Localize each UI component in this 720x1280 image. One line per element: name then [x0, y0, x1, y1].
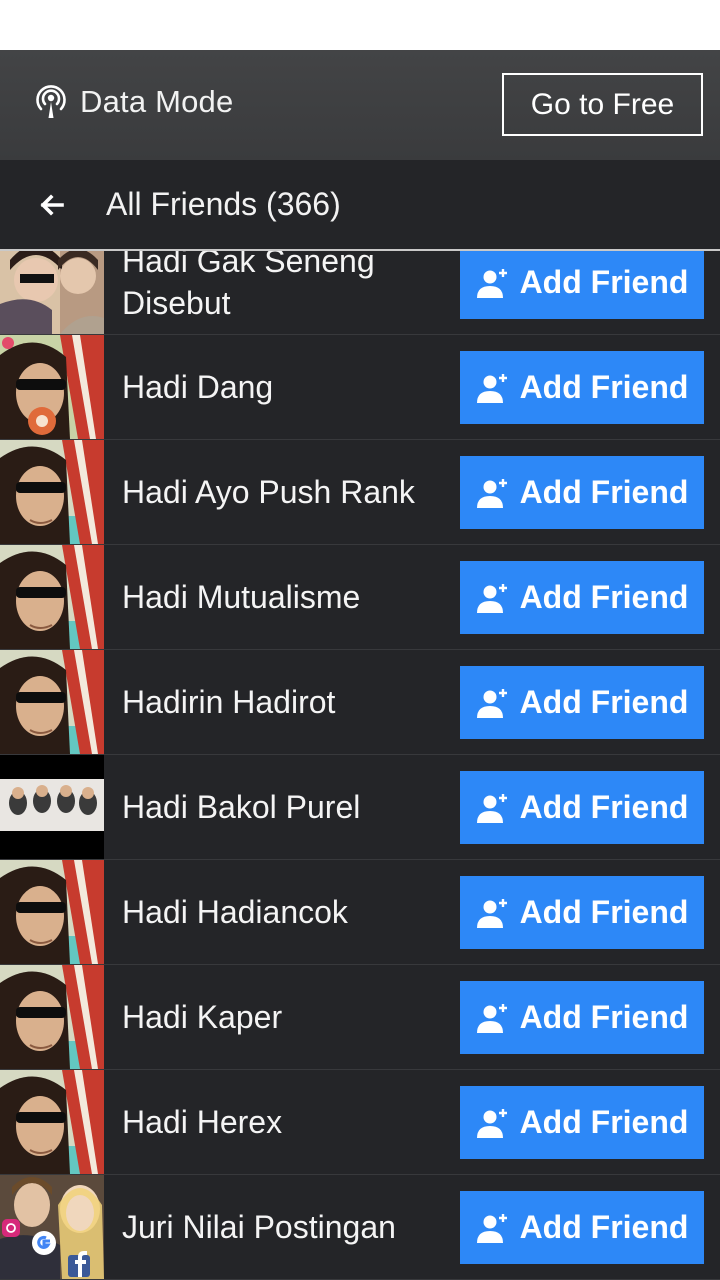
friend-name[interactable]: Hadirin Hadirot: [122, 650, 442, 754]
add-user-icon: [476, 1213, 507, 1243]
go-to-free-button[interactable]: Go to Free: [502, 73, 703, 136]
add-friend-label: Add Friend: [519, 1104, 689, 1140]
add-friend-button[interactable]: Add Friend: [460, 981, 704, 1054]
friend-row: Hadi Hadiancok Add Friend: [0, 860, 720, 965]
friend-row: Hadi Mutualisme Add Friend: [0, 545, 720, 650]
add-friend-button[interactable]: Add Friend: [460, 666, 704, 739]
friend-name[interactable]: Juri Nilai Postingan: [122, 1175, 442, 1279]
friend-avatar[interactable]: [0, 1175, 104, 1279]
add-friend-button[interactable]: Add Friend: [460, 561, 704, 634]
friend-row: Hadi Bakol Purel Add Friend: [0, 755, 720, 860]
friend-avatar[interactable]: [0, 545, 104, 649]
add-friend-label: Add Friend: [519, 894, 689, 930]
friend-name[interactable]: Hadi Ayo Push Rank: [122, 440, 442, 544]
add-user-icon: [476, 898, 507, 928]
add-friend-button[interactable]: Add Friend: [460, 771, 704, 844]
add-user-icon: [476, 268, 507, 298]
add-friend-button[interactable]: Add Friend: [460, 351, 704, 424]
page-title: All Friends (366): [106, 186, 341, 222]
add-user-icon: [476, 1003, 507, 1033]
add-friend-label: Add Friend: [519, 369, 689, 405]
add-friend-label: Add Friend: [519, 264, 689, 300]
add-friend-button[interactable]: Add Friend: [460, 1086, 704, 1159]
friend-avatar[interactable]: [0, 1070, 104, 1174]
friend-list[interactable]: Hadi Gak Seneng Disebut Add Friend Hadi …: [0, 251, 720, 1280]
friend-row: Hadi Herex Add Friend: [0, 1070, 720, 1175]
friend-avatar[interactable]: [0, 335, 104, 439]
friend-name[interactable]: Hadi Herex: [122, 1070, 442, 1174]
friend-name[interactable]: Hadi Mutualisme: [122, 545, 442, 649]
add-user-icon: [476, 373, 507, 403]
add-friend-label: Add Friend: [519, 789, 689, 825]
friend-name[interactable]: Hadi Kaper: [122, 965, 442, 1069]
add-user-icon: [476, 1108, 507, 1138]
add-friend-button[interactable]: Add Friend: [460, 456, 704, 529]
friend-row: Hadirin Hadirot Add Friend: [0, 650, 720, 755]
friend-avatar[interactable]: [0, 650, 104, 754]
friend-avatar[interactable]: [0, 440, 104, 544]
page-header: All Friends (366): [0, 160, 720, 251]
add-friend-label: Add Friend: [519, 999, 689, 1035]
friend-name[interactable]: Hadi Dang: [122, 335, 442, 439]
friend-avatar[interactable]: [0, 860, 104, 964]
friend-name[interactable]: Hadi Bakol Purel: [122, 755, 442, 859]
back-arrow-icon[interactable]: [34, 188, 68, 222]
add-user-icon: [476, 793, 507, 823]
data-mode-bar: Data Mode Go to Free: [0, 50, 720, 160]
status-bar: [0, 0, 720, 50]
add-friend-button[interactable]: Add Friend: [460, 876, 704, 949]
add-user-icon: [476, 688, 507, 718]
friend-row: Hadi Dang Add Friend: [0, 335, 720, 440]
friend-row: Juri Nilai Postingan Add Friend: [0, 1175, 720, 1280]
friend-avatar[interactable]: [0, 965, 104, 1069]
add-friend-button[interactable]: Add Friend: [460, 1191, 704, 1264]
friend-name[interactable]: Hadi Hadiancok: [122, 860, 442, 964]
broadcast-signal-icon: [36, 85, 66, 118]
data-mode-label: Data Mode: [80, 84, 234, 119]
add-friend-label: Add Friend: [519, 684, 689, 720]
add-friend-label: Add Friend: [519, 1209, 689, 1245]
friend-row: Hadi Kaper Add Friend: [0, 965, 720, 1070]
add-friend-label: Add Friend: [519, 579, 689, 615]
friend-row: Hadi Ayo Push Rank Add Friend: [0, 440, 720, 545]
friend-avatar[interactable]: [0, 251, 104, 334]
friend-row: Hadi Gak Seneng Disebut Add Friend: [0, 251, 720, 335]
add-friend-button[interactable]: Add Friend: [460, 251, 704, 319]
add-friend-label: Add Friend: [519, 474, 689, 510]
add-user-icon: [476, 478, 507, 508]
friend-avatar[interactable]: [0, 755, 104, 859]
friend-name[interactable]: Hadi Gak Seneng Disebut: [122, 251, 442, 334]
data-mode-indicator: Data Mode: [34, 84, 233, 120]
add-user-icon: [476, 583, 507, 613]
